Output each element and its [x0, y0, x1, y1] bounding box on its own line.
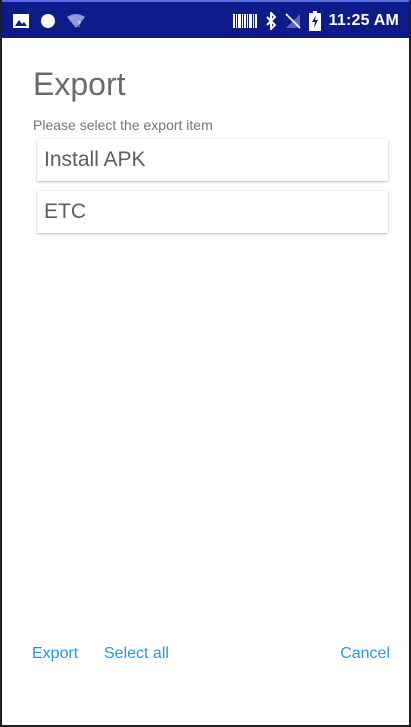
- status-bar-right: 11:25 AM: [232, 10, 399, 32]
- export-button[interactable]: Export: [32, 645, 78, 663]
- dialog-subtitle: Please select the export item: [33, 117, 213, 133]
- cancel-button[interactable]: Cancel: [340, 645, 390, 663]
- bluetooth-icon: [265, 12, 277, 30]
- barcode-icon: [232, 13, 257, 29]
- image-icon: [12, 13, 30, 29]
- export-item-label: Install APK: [44, 148, 146, 171]
- export-item-list: Install APK ETC: [37, 139, 388, 243]
- wifi-question-icon: ?: [66, 13, 86, 29]
- export-item-etc[interactable]: ETC: [37, 191, 388, 233]
- dialog-title: Export: [33, 66, 126, 102]
- status-bar-left: ?: [12, 11, 86, 31]
- select-all-button[interactable]: Select all: [104, 645, 169, 663]
- svg-text:?: ?: [77, 20, 81, 29]
- circle-icon: [40, 13, 56, 29]
- status-time: 11:25 AM: [328, 12, 399, 29]
- screen: ? 11:25 AM Export Please select the expo…: [0, 0, 411, 727]
- status-bar: ? 11:25 AM: [2, 0, 409, 38]
- dialog-actions: Export Select all Cancel: [2, 643, 409, 667]
- export-item-label: ETC: [44, 200, 86, 223]
- no-signal-icon: [285, 13, 301, 29]
- battery-charging-icon: [308, 11, 321, 31]
- export-item-install-apk[interactable]: Install APK: [37, 139, 388, 181]
